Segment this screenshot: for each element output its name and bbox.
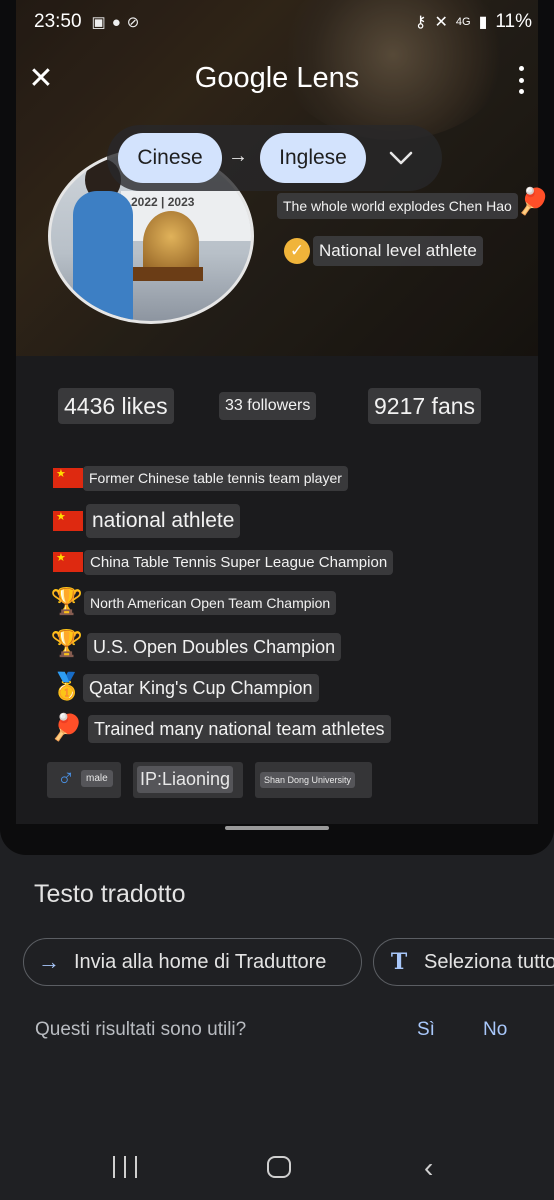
- achievement-item[interactable]: national athlete: [86, 504, 241, 538]
- school-tag[interactable]: Shan Dong University: [255, 762, 372, 798]
- select-all-label: Seleziona tutto: [424, 950, 554, 973]
- more-vert-icon[interactable]: [516, 66, 526, 94]
- home-icon[interactable]: [267, 1156, 291, 1178]
- link-icon: ⊘: [126, 14, 140, 31]
- screen: 23:50 ▣ ● ⊘ ⚷ ✕ 4G ▮ 11% ✕ Google Lens 2…: [0, 0, 554, 1200]
- mute-icon: ✕: [434, 14, 448, 31]
- recent-apps-icon[interactable]: [113, 1156, 137, 1178]
- network-type: 4G: [455, 16, 471, 28]
- ping-pong-icon: 🏓: [50, 712, 84, 742]
- ip-tag[interactable]: IP:Liaoning: [133, 762, 243, 798]
- text-icon: T: [390, 949, 408, 975]
- feedback-question: Questi risultati sono utili?: [35, 1019, 247, 1040]
- achievement-item[interactable]: Former Chinese table tennis team player: [83, 466, 348, 491]
- gender-label: male: [81, 770, 113, 787]
- likes-count[interactable]: 4436 likes: [58, 388, 174, 424]
- send-to-translate-button[interactable]: → Invia alla home di Traduttore: [23, 938, 362, 986]
- status-bar: 23:50 ▣ ● ⊘ ⚷ ✕ 4G ▮ 11%: [0, 0, 554, 44]
- trophy-icon: 🏆: [50, 586, 84, 616]
- chevron-down-icon[interactable]: [384, 141, 418, 175]
- arrow-right-icon: →: [38, 949, 60, 974]
- male-symbol-icon: ♂: [57, 765, 75, 792]
- certification-text[interactable]: National level athlete: [313, 236, 483, 266]
- key-icon: ⚷: [414, 14, 427, 31]
- achievement-item[interactable]: North American Open Team Champion: [84, 591, 337, 615]
- china-flag-icon: [53, 551, 83, 572]
- school-label: Shan Dong University: [260, 772, 356, 788]
- target-language-button[interactable]: Inglese: [260, 133, 366, 183]
- profile-card: [16, 356, 538, 824]
- status-time: 23:50: [34, 11, 82, 32]
- source-language-button[interactable]: Cinese: [118, 133, 222, 183]
- feedback-no-button[interactable]: No: [483, 1019, 507, 1041]
- app-title: Google Lens: [194, 62, 360, 94]
- achievement-item[interactable]: Qatar King's Cup Champion: [83, 674, 319, 702]
- medal-icon: 🥇: [50, 671, 84, 701]
- china-flag-icon: [53, 467, 83, 488]
- back-icon[interactable]: ‹: [424, 1152, 433, 1184]
- china-flag-icon: [53, 510, 83, 531]
- achievement-item[interactable]: Trained many national team athletes: [88, 715, 391, 743]
- trophy-image: [143, 211, 199, 275]
- lens-header: ✕ Google Lens: [0, 52, 554, 108]
- fans-count[interactable]: 9217 fans: [368, 388, 482, 424]
- gender-tag[interactable]: ♂ male: [47, 762, 121, 798]
- wechat-icon: ●: [111, 13, 121, 31]
- feedback-yes-button[interactable]: Sì: [417, 1019, 435, 1041]
- navigation-bar: ‹: [0, 1130, 554, 1200]
- lens-image-viewer[interactable]: 23:50 ▣ ● ⊘ ⚷ ✕ 4G ▮ 11% ✕ Google Lens 2…: [0, 0, 554, 855]
- achievement-item[interactable]: U.S. Open Doubles Champion: [87, 633, 342, 661]
- ping-pong-icon: 🏓: [517, 186, 550, 216]
- ip-label: IP:Liaoning: [137, 766, 234, 793]
- bio-text[interactable]: The whole world explodes Chen Hao: [277, 193, 518, 219]
- sheet-title: Testo tradotto: [34, 880, 186, 908]
- select-all-button[interactable]: T Seleziona tutto: [373, 938, 554, 986]
- arrow-right-icon: →: [228, 145, 248, 167]
- trophy-icon: 🏆: [50, 628, 84, 658]
- followers-count[interactable]: 33 followers: [219, 392, 317, 420]
- sheet-drag-handle[interactable]: [225, 826, 329, 830]
- signal-icon: ▮: [478, 14, 488, 31]
- language-selector: Cinese → Inglese: [107, 125, 442, 191]
- battery-level: 11%: [495, 11, 532, 32]
- gallery-icon: ▣: [91, 14, 106, 31]
- verified-icon: ✓: [284, 238, 310, 264]
- send-to-translate-label: Invia alla home di Traduttore: [74, 950, 327, 973]
- achievement-item[interactable]: China Table Tennis Super League Champion: [84, 550, 394, 575]
